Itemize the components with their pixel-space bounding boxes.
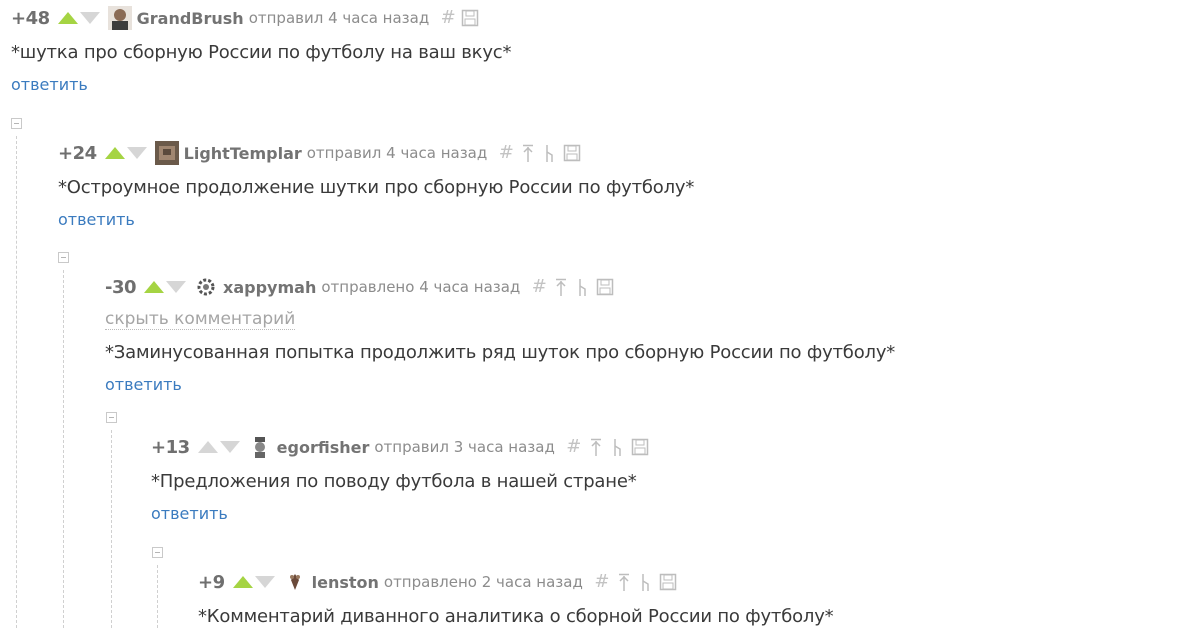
hash-icon[interactable]: # — [497, 143, 515, 163]
comment-header: +24 LightTemplar отправил 4 часа назад # — [58, 141, 694, 165]
comment-rating: +13 — [151, 436, 190, 458]
avatar[interactable] — [194, 275, 219, 299]
vote-down-icon[interactable] — [254, 576, 275, 588]
vote-down-icon[interactable] — [126, 147, 147, 159]
avatar[interactable] — [247, 435, 272, 459]
username[interactable]: LightTemplar — [184, 144, 302, 163]
comment-rating: +24 — [58, 142, 97, 164]
hash-icon[interactable]: # — [439, 8, 457, 28]
vote-up-icon[interactable] — [197, 441, 218, 453]
comment-rating: -30 — [105, 276, 137, 298]
comment-header: +48 GrandBrush отправил 4 часа назад # — [11, 6, 511, 30]
comment-text: *Комментарий диванного аналитика о сборн… — [198, 606, 834, 627]
vote-up-icon[interactable] — [57, 12, 78, 24]
collapse-thread-button[interactable] — [11, 118, 22, 129]
comment-header: +13 egorfisher отправил 3 часа назад # — [151, 435, 653, 459]
arrow-up-icon[interactable] — [587, 437, 605, 457]
floppy-disk-icon[interactable] — [659, 572, 677, 592]
arrow-up-icon[interactable] — [615, 572, 633, 592]
vote-down-icon[interactable] — [79, 12, 100, 24]
avatar[interactable] — [107, 6, 132, 30]
floppy-disk-icon[interactable] — [563, 143, 581, 163]
collapse-thread-button[interactable] — [152, 547, 163, 558]
comment-rating: +48 — [11, 7, 50, 29]
branch-icon[interactable] — [574, 277, 592, 297]
branch-icon[interactable] — [609, 437, 627, 457]
comment-timestamp: отправлено 4 часа назад — [321, 278, 521, 296]
comment: +9 lenston отправлено 2 часа назад # *Ко… — [198, 570, 834, 627]
collapse-thread-button[interactable] — [58, 252, 69, 263]
comment-timestamp: отправил 4 часа назад — [248, 9, 430, 27]
comment-text: *Предложения по поводу футбола в нашей с… — [151, 471, 637, 492]
arrow-up-icon[interactable] — [552, 277, 570, 297]
reply-link[interactable]: ответить — [151, 504, 228, 523]
avatar[interactable] — [282, 570, 307, 594]
vote-down-icon[interactable] — [219, 441, 240, 453]
username[interactable]: lenston — [312, 573, 379, 592]
thread-line-level-1 — [16, 136, 17, 628]
comment: +24 LightTemplar отправил 4 часа назад #… — [58, 141, 694, 229]
thread-line-level-2 — [63, 270, 64, 628]
vote-up-icon[interactable] — [104, 147, 125, 159]
avatar[interactable] — [154, 141, 179, 165]
username[interactable]: GrandBrush — [137, 9, 244, 28]
comment-timestamp: отправил 3 часа назад — [374, 438, 555, 456]
comment-text: *Остроумное продолжение шутки про сборну… — [58, 177, 695, 198]
username[interactable]: xappymah — [223, 278, 316, 297]
comment-header: -30 xappymah отправлено 4 часа назад # — [105, 275, 895, 299]
comment: -30 xappymah отправлено 4 часа назад # с… — [105, 275, 895, 394]
username[interactable]: egorfisher — [277, 438, 370, 457]
reply-link[interactable]: ответить — [58, 210, 135, 229]
arrow-up-icon[interactable] — [519, 143, 537, 163]
comment-timestamp: отправлено 2 часа назад — [383, 573, 583, 591]
vote-up-icon[interactable] — [232, 576, 253, 588]
thread-line-level-3 — [111, 430, 112, 628]
branch-icon[interactable] — [541, 143, 559, 163]
vote-down-icon[interactable] — [166, 281, 187, 293]
hide-comment-link[interactable]: скрыть комментарий — [105, 309, 296, 330]
comment-text: *шутка про сборную России по футболу на … — [11, 42, 512, 63]
floppy-disk-icon[interactable] — [631, 437, 649, 457]
comment: +13 egorfisher отправил 3 часа назад # *… — [151, 435, 653, 523]
reply-link[interactable]: ответить — [105, 375, 182, 394]
branch-icon[interactable] — [637, 572, 655, 592]
comment: +48 GrandBrush отправил 4 часа назад # *… — [11, 6, 511, 94]
comment-rating: +9 — [198, 571, 225, 593]
floppy-disk-icon[interactable] — [461, 8, 479, 28]
vote-up-icon[interactable] — [144, 281, 165, 293]
collapse-thread-button[interactable] — [106, 412, 117, 423]
comment-text: *Заминусованная попытка продолжить ряд ш… — [105, 342, 896, 363]
hash-icon[interactable]: # — [530, 277, 548, 297]
reply-link[interactable]: ответить — [11, 75, 88, 94]
comment-header: +9 lenston отправлено 2 часа назад # — [198, 570, 833, 594]
hash-icon[interactable]: # — [593, 572, 611, 592]
floppy-disk-icon[interactable] — [596, 277, 614, 297]
thread-line-level-4 — [157, 565, 158, 628]
comment-timestamp: отправил 4 часа назад — [306, 144, 488, 162]
hash-icon[interactable]: # — [565, 437, 583, 457]
